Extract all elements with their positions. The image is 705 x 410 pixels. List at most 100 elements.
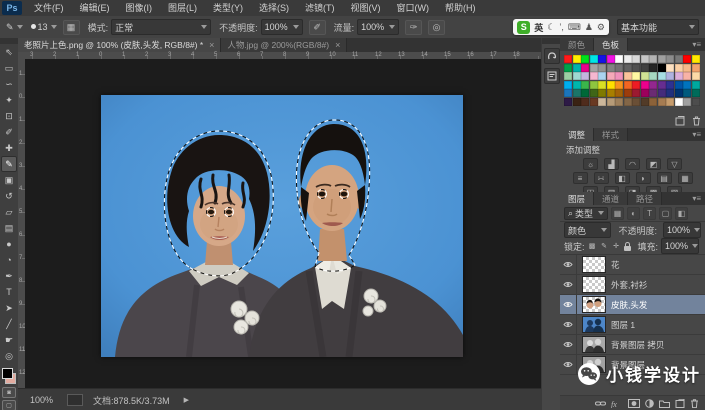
crop-tool[interactable]: ⊡ (1, 108, 17, 124)
color-swatch[interactable] (683, 72, 691, 80)
color-swatch[interactable] (649, 63, 657, 72)
menu-item[interactable]: 滤镜(T) (297, 1, 343, 16)
color-swatch[interactable] (649, 72, 657, 80)
visibility-eye-icon[interactable] (560, 335, 577, 354)
color-swatch[interactable] (623, 72, 632, 80)
new-layer-button[interactable] (675, 398, 685, 408)
color-swatch[interactable] (640, 80, 649, 89)
lock-all-icon[interactable] (623, 241, 631, 251)
color-swatch[interactable] (674, 63, 683, 72)
visibility-eye-icon[interactable] (560, 295, 577, 314)
color-swatch[interactable] (632, 72, 640, 80)
color-swatch[interactable] (683, 55, 691, 63)
color-swatch[interactable] (598, 55, 606, 63)
menu-item[interactable]: 编辑(E) (72, 1, 118, 16)
tab-styles[interactable]: 样式 (594, 128, 629, 141)
opacity-select[interactable]: 100% (260, 19, 303, 35)
color-swatch[interactable] (598, 63, 606, 72)
add-mask-button[interactable] (628, 398, 640, 408)
color-swatch[interactable] (640, 72, 649, 80)
workspace-select[interactable]: 基本功能 (617, 19, 699, 35)
layer-row-selected[interactable]: 皮肤,头发 (560, 295, 705, 315)
dock-header[interactable] (542, 38, 561, 44)
layer-opacity-select[interactable]: 100% (663, 222, 701, 238)
color-swatch[interactable] (691, 97, 700, 106)
tab-color[interactable]: 颜色 (560, 38, 595, 51)
new-group-button[interactable] (659, 399, 670, 408)
type-tool[interactable]: T (1, 284, 17, 300)
color-swatch[interactable] (572, 80, 581, 89)
menu-item[interactable]: 图层(L) (160, 1, 205, 16)
color-swatch[interactable] (649, 55, 657, 63)
color-swatch[interactable] (615, 97, 623, 106)
brightness-contrast-icon[interactable]: ☼ (583, 158, 598, 170)
toggle-brush-panel-button[interactable]: ▦ (62, 19, 80, 35)
color-swatch[interactable] (683, 97, 691, 106)
color-swatch[interactable] (606, 55, 615, 63)
zoom-tool[interactable]: ◎ (1, 348, 17, 364)
color-swatch[interactable] (589, 89, 598, 97)
color-swatch[interactable] (649, 80, 657, 89)
color-swatch[interactable] (674, 80, 683, 89)
menu-item[interactable]: 视图(V) (343, 1, 389, 16)
color-swatch[interactable] (606, 72, 615, 80)
color-swatch[interactable] (589, 80, 598, 89)
layer-filter-type-select[interactable]: ⌕ 类型 (564, 206, 609, 220)
color-swatch[interactable] (623, 97, 632, 106)
marquee-tool[interactable]: ▭ (1, 60, 17, 76)
layer-row[interactable]: 花 (560, 255, 705, 275)
color-swatch[interactable] (606, 63, 615, 72)
visibility-eye-icon[interactable] (560, 315, 577, 334)
color-swatch[interactable] (691, 80, 700, 89)
color-swatch[interactable] (640, 89, 649, 97)
color-swatch[interactable] (666, 55, 674, 63)
color-swatch[interactable] (632, 80, 640, 89)
color-swatch[interactable] (572, 63, 581, 72)
color-lookup-icon[interactable]: ▦ (677, 172, 693, 184)
color-swatch[interactable] (657, 55, 666, 63)
color-swatch[interactable] (657, 72, 666, 80)
tab-channels[interactable]: 通道 (594, 192, 629, 205)
filter-smart-objects-icon[interactable]: ◧ (675, 206, 689, 220)
close-tab-icon[interactable]: × (335, 40, 340, 50)
zoom-level-field[interactable]: 100% (30, 395, 53, 405)
delete-layer-button[interactable] (690, 398, 699, 408)
brush-preset-button[interactable]: ✎ (6, 22, 23, 33)
color-swatch[interactable] (657, 97, 666, 106)
layer-thumbnail[interactable] (582, 336, 606, 353)
filter-pixel-layers-icon[interactable]: ▦ (611, 206, 625, 220)
color-swatch[interactable] (623, 89, 632, 97)
color-swatch[interactable] (581, 55, 589, 63)
color-swatch[interactable] (691, 63, 700, 72)
color-swatch[interactable] (606, 97, 615, 106)
color-swatch[interactable] (691, 72, 700, 80)
exposure-icon[interactable]: ◩ (646, 158, 661, 170)
color-balance-icon[interactable]: ∺ (593, 172, 609, 184)
pressure-size-icon[interactable]: ◎ (428, 19, 446, 35)
layer-thumbnail[interactable] (582, 296, 606, 313)
screen-mode-button[interactable]: ▢ (2, 400, 16, 410)
quick-mask-button[interactable]: ◙ (2, 387, 16, 398)
color-swatch[interactable] (581, 97, 589, 106)
color-swatch[interactable] (589, 97, 598, 106)
visibility-eye-icon[interactable] (560, 355, 577, 374)
new-adjustment-layer-button[interactable] (645, 398, 654, 408)
tab-adjustments[interactable]: 调整 (560, 128, 595, 141)
curves-icon[interactable]: ◠ (625, 158, 640, 170)
move-tool[interactable]: ⇖ (1, 44, 17, 60)
history-brush-tool[interactable]: ↺ (1, 188, 17, 204)
color-swatch[interactable] (564, 80, 572, 89)
healing-brush-tool[interactable]: ✚ (1, 140, 17, 156)
close-tab-icon[interactable]: × (209, 40, 214, 50)
foreground-color-chip[interactable] (2, 368, 13, 379)
color-swatch[interactable] (657, 80, 666, 89)
panel-menu-icon[interactable]: ▾≡ (692, 38, 705, 51)
color-swatch[interactable] (657, 89, 666, 97)
color-swatch[interactable] (598, 80, 606, 89)
color-swatch[interactable] (572, 89, 581, 97)
panel-menu-icon[interactable]: ▾≡ (692, 128, 705, 141)
menu-item[interactable]: 类型(Y) (205, 1, 251, 16)
visibility-eye-icon[interactable] (560, 275, 577, 294)
color-swatch[interactable] (674, 72, 683, 80)
color-swatch[interactable] (623, 63, 632, 72)
